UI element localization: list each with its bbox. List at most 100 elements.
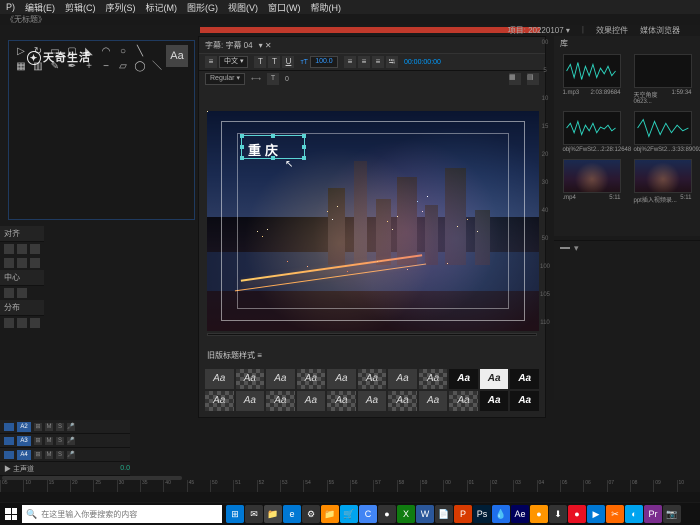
bin-item[interactable]: obj%2FwSt2...2:28:12648 [560, 111, 623, 153]
center-h-icon[interactable] [4, 288, 14, 298]
style-swatch[interactable]: Aa [480, 391, 509, 411]
mute-icon[interactable]: M [45, 437, 53, 445]
track-tag[interactable]: A2 [17, 422, 31, 432]
align-center-icon[interactable] [17, 244, 27, 254]
style-swatch[interactable]: Aa [236, 369, 265, 389]
taskbar-app-icon[interactable]: 📁 [321, 505, 339, 523]
taskbar-app-icon[interactable]: ⬇ [549, 505, 567, 523]
taskbar-app-icon[interactable]: ● [568, 505, 586, 523]
style-swatch[interactable]: Aa [327, 369, 356, 389]
style-swatch[interactable]: Aa [327, 391, 356, 411]
title-bounding-box[interactable]: 重庆 [241, 135, 305, 159]
taskbar-app-icon[interactable]: ✂ [606, 505, 624, 523]
title-tab[interactable]: 字幕: 字幕 04 ▾ ✕ [199, 37, 545, 53]
align-bot-icon[interactable] [30, 258, 40, 268]
align-l-icon[interactable]: ≡ [344, 56, 356, 68]
grid-icon[interactable]: ▦ [509, 73, 521, 85]
mic-icon[interactable]: 🎤 [67, 437, 75, 445]
dist-3-icon[interactable] [30, 318, 40, 328]
ellipse-tool-icon[interactable]: ○ [115, 45, 131, 59]
taskbar-app-icon[interactable]: W [416, 505, 434, 523]
style-swatch[interactable]: Aa [205, 369, 234, 389]
align-right-icon[interactable] [30, 244, 40, 254]
menu-item[interactable]: 编辑(E) [21, 1, 59, 14]
arc-tool-icon[interactable]: ◠ [98, 45, 114, 59]
taskbar-app-icon[interactable]: 🛒 [340, 505, 358, 523]
timeline-ruler[interactable]: 0510152025303540455051525354555657585900… [0, 480, 700, 492]
kerning-icon[interactable]: T [267, 73, 279, 85]
timecode[interactable]: 00:00:00:00 [404, 59, 441, 66]
style-swatch[interactable]: Aa [388, 391, 417, 411]
tab-icon[interactable]: ⭾ [386, 56, 398, 68]
taskbar[interactable]: 🔍 ⊞✉📁e⚙📁🛒C●XW📄PPs💧Ae●⬇●▶✂◐Pr📷 [0, 503, 700, 525]
style-swatch[interactable]: Aa [297, 369, 326, 389]
solo-icon[interactable]: S [56, 423, 64, 431]
style-swatch[interactable]: Aa [358, 391, 387, 411]
track-tag[interactable]: A4 [17, 450, 31, 460]
align-c-icon[interactable]: ≡ [358, 56, 370, 68]
tracking-value[interactable]: 0 [285, 76, 289, 83]
track-tag[interactable]: A3 [17, 436, 31, 446]
style-swatch[interactable]: Aa [510, 369, 539, 389]
master-track[interactable]: ▶ 主声道 0.0 [0, 462, 130, 476]
align-top-icon[interactable] [4, 258, 14, 268]
taskbar-app-icon[interactable]: Pr [644, 505, 662, 523]
align-mid-icon[interactable] [17, 258, 27, 268]
mute-icon[interactable]: M [45, 451, 53, 459]
style-swatch[interactable]: Aa [449, 391, 478, 411]
mic-icon[interactable]: 🎤 [67, 423, 75, 431]
menu-item[interactable]: 视图(V) [224, 1, 262, 14]
center-v-icon[interactable] [17, 288, 27, 298]
taskbar-app-icon[interactable]: X [397, 505, 415, 523]
underline-icon[interactable]: U [282, 56, 294, 68]
align-r-icon[interactable]: ≡ [372, 56, 384, 68]
line-shape-icon[interactable]: ＼ [149, 60, 165, 74]
toggle-icon[interactable]: ⊞ [34, 423, 42, 431]
taskbar-app-icon[interactable]: ▶ [587, 505, 605, 523]
browse-tab[interactable]: 媒体浏览器 [640, 25, 680, 36]
program-monitor[interactable]: 重庆 ↖ [207, 111, 539, 331]
solo-icon[interactable]: S [56, 451, 64, 459]
bold-icon[interactable]: T [254, 56, 266, 68]
taskbar-app-icon[interactable]: C [359, 505, 377, 523]
toggle-icon[interactable]: ⊞ [34, 437, 42, 445]
mute-icon[interactable]: M [45, 423, 53, 431]
menu-item[interactable]: 窗口(W) [264, 1, 305, 14]
list-view-icon[interactable] [560, 247, 570, 249]
project-label[interactable]: 项目: 20220107 ▾ [508, 25, 570, 36]
style-swatch[interactable]: Aa [510, 391, 539, 411]
dist-1-icon[interactable] [4, 318, 14, 328]
align-left-icon[interactable] [4, 244, 14, 254]
style-swatch[interactable]: Aa [266, 369, 295, 389]
menu-bar[interactable]: P) 编辑(E) 剪辑(C) 序列(S) 标记(M) 图形(G) 视图(V) 窗… [0, 0, 700, 14]
ellipse-shape-icon[interactable]: ◯ [132, 60, 148, 74]
mic-icon[interactable]: 🎤 [67, 451, 75, 459]
taskbar-app-icon[interactable]: ◐ [625, 505, 643, 523]
style-swatch[interactable]: Aa [358, 369, 387, 389]
style-swatch[interactable]: Aa [480, 369, 509, 389]
style-swatch[interactable]: Aa [236, 391, 265, 411]
taskbar-app-icon[interactable]: Ae [511, 505, 529, 523]
search-input[interactable] [41, 510, 218, 519]
weight-select[interactable]: Regular ▾ [205, 73, 245, 85]
taskbar-app-icon[interactable]: P [454, 505, 472, 523]
taskbar-app-icon[interactable]: 📄 [435, 505, 453, 523]
style-swatch[interactable]: Aa [419, 391, 448, 411]
taskbar-app-icon[interactable]: Ps [473, 505, 491, 523]
bin-item[interactable]: 天空角度0623...1:59:34 [631, 54, 694, 105]
style-swatch[interactable]: Aa [419, 369, 448, 389]
toggle-icon[interactable]: ⊞ [34, 451, 42, 459]
taskbar-app-icon[interactable]: 💧 [492, 505, 510, 523]
bin-item[interactable]: ppt插入视频录...5:11 [631, 159, 694, 204]
taskbar-search[interactable]: 🔍 [22, 505, 222, 523]
del-anchor-icon[interactable]: − [98, 60, 114, 74]
menu-item[interactable]: P) [2, 2, 19, 12]
italic-icon[interactable]: T [268, 56, 280, 68]
taskbar-app-icon[interactable]: ⊞ [226, 505, 244, 523]
taskbar-app-icon[interactable]: ⚙ [302, 505, 320, 523]
menu-item[interactable]: 图形(G) [183, 1, 222, 14]
style-swatch[interactable]: Aa [449, 369, 478, 389]
taskbar-app-icon[interactable]: 📁 [264, 505, 282, 523]
line-tool-icon[interactable]: ╲ [132, 45, 148, 59]
menu-item[interactable]: 帮助(H) [307, 1, 346, 14]
